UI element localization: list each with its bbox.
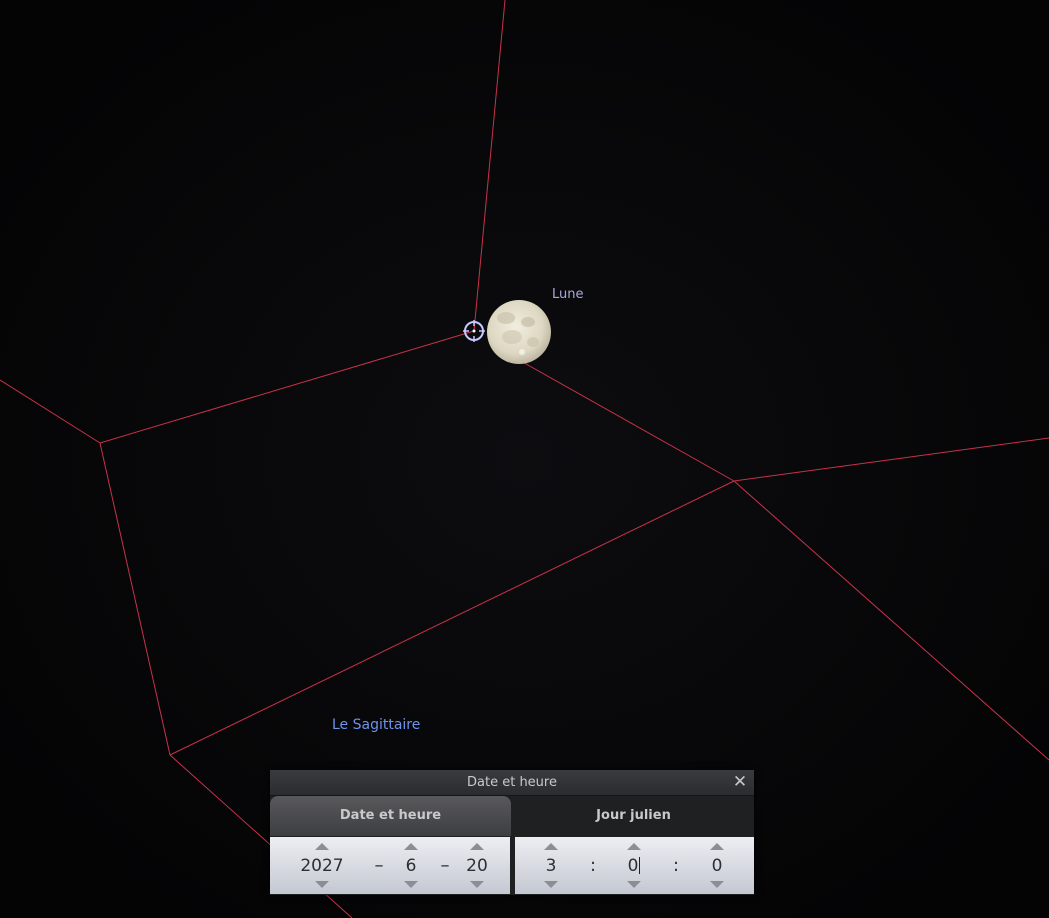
date-panel: 2027 – 6 – 20 [270, 837, 510, 894]
date-time-dialog: Date et heure ✕ Date et heure Jour julie… [270, 770, 754, 895]
month-decrement-icon[interactable] [404, 881, 418, 888]
year-increment-icon[interactable] [315, 843, 329, 850]
time-separator: : [589, 855, 597, 876]
day-value[interactable]: 20 [460, 856, 494, 876]
hour-increment-icon[interactable] [544, 843, 558, 850]
text-caret [639, 857, 641, 874]
constellation-label: Le Sagittaire [332, 717, 421, 733]
time-separator: : [672, 855, 680, 876]
minute-value[interactable]: 0 [628, 856, 639, 876]
month-spinbox[interactable]: 6 [396, 837, 426, 894]
minute-spinbox[interactable]: 0 [619, 837, 649, 894]
year-decrement-icon[interactable] [315, 881, 329, 888]
second-decrement-icon[interactable] [710, 881, 724, 888]
dialog-titlebar[interactable]: Date et heure ✕ [270, 770, 754, 796]
time-panel: 3 : 0 : 0 [515, 837, 754, 894]
second-increment-icon[interactable] [710, 843, 724, 850]
second-value[interactable]: 0 [702, 856, 732, 876]
moon[interactable] [487, 300, 551, 364]
date-separator: – [374, 855, 384, 876]
moon-label: Lune [552, 287, 584, 302]
dialog-title: Date et heure [467, 775, 557, 790]
day-spinbox[interactable]: 20 [460, 837, 494, 894]
date-separator: – [440, 855, 450, 876]
minute-field[interactable]: 0 [619, 856, 649, 876]
tab-julian-day[interactable]: Jour julien [513, 796, 754, 836]
day-increment-icon[interactable] [470, 843, 484, 850]
tab-date-time[interactable]: Date et heure [270, 796, 511, 836]
year-spinbox[interactable]: 2027 [292, 837, 352, 894]
minute-increment-icon[interactable] [627, 843, 641, 850]
second-spinbox[interactable]: 0 [702, 837, 732, 894]
year-value[interactable]: 2027 [292, 856, 352, 876]
month-value[interactable]: 6 [396, 856, 426, 876]
close-icon[interactable]: ✕ [731, 773, 749, 791]
hour-decrement-icon[interactable] [544, 881, 558, 888]
minute-decrement-icon[interactable] [627, 881, 641, 888]
month-increment-icon[interactable] [404, 843, 418, 850]
hour-spinbox[interactable]: 3 [536, 837, 566, 894]
hour-value[interactable]: 3 [536, 856, 566, 876]
day-decrement-icon[interactable] [470, 881, 484, 888]
